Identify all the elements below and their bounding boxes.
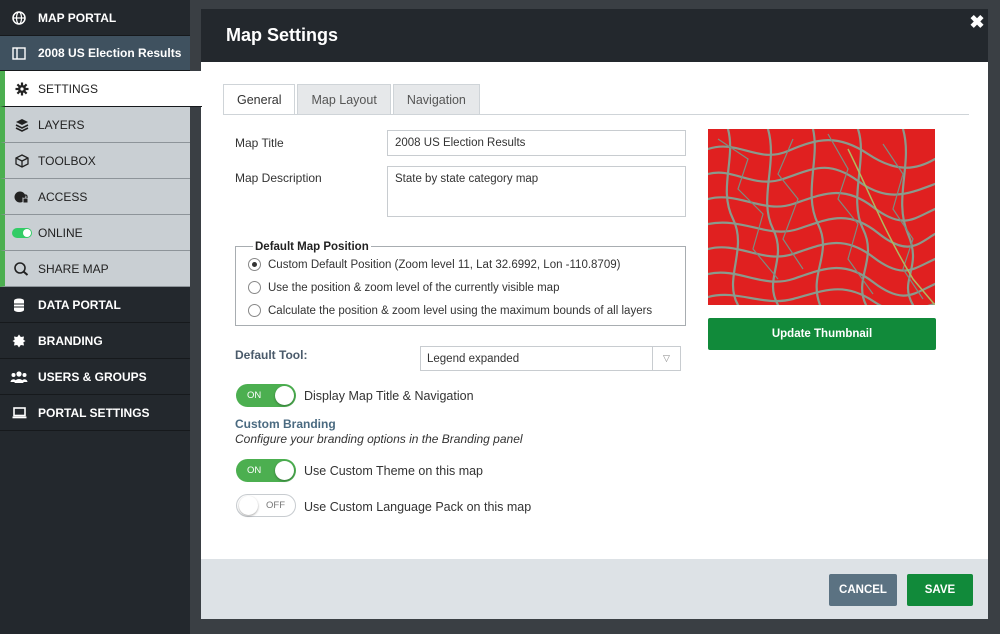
toggle-knob: [239, 496, 258, 515]
default-tool-value: Legend expanded: [427, 352, 520, 365]
dialog-title: Map Settings: [226, 25, 339, 45]
sidebar-item-portal-settings[interactable]: PORTAL SETTINGS: [0, 395, 190, 431]
dialog-header: Map Settings: [201, 9, 988, 62]
toggle-icon: [5, 227, 38, 238]
tab-general[interactable]: General: [223, 84, 296, 115]
gear-icon: [5, 82, 38, 96]
radio-button[interactable]: [248, 304, 261, 317]
custom-branding-subtitle: Configure your branding options in the B…: [235, 432, 523, 446]
sidebar-item-label: USERS & GROUPS: [38, 369, 147, 384]
sidebar-item-label: SETTINGS: [38, 81, 99, 96]
save-button[interactable]: SAVE: [907, 574, 973, 606]
tab-divider: [223, 114, 969, 115]
sidebar-item-label: DATA PORTAL: [38, 297, 121, 312]
toggle-label: Use Custom Language Pack on this map: [304, 500, 532, 514]
database-icon: [0, 298, 38, 312]
sidebar-item-label: LAYERS: [38, 117, 85, 132]
sidebar-item-access[interactable]: ACCESS: [0, 179, 190, 215]
tab-bar: General Map Layout Navigation: [223, 84, 482, 115]
toggle-label: Display Map Title & Navigation: [304, 389, 474, 403]
radio-label: Custom Default Position (Zoom level 11, …: [268, 258, 621, 271]
map-settings-dialog: Map Settings ✖ General Map Layout Naviga…: [201, 9, 988, 619]
toggle-knob: [275, 386, 294, 405]
toggle-knob: [275, 461, 294, 480]
cube-icon: [5, 153, 38, 168]
sidebar-item-users-groups[interactable]: USERS & GROUPS: [0, 359, 190, 395]
radio-label: Use the position & zoom level of the cur…: [268, 281, 560, 294]
globe-lock-icon: [5, 190, 38, 204]
globe-icon: [0, 10, 38, 25]
map-title-input[interactable]: 2008 US Election Results: [387, 130, 686, 156]
default-tool-select[interactable]: Legend expanded ▽: [420, 346, 681, 371]
laptop-icon: [0, 406, 38, 419]
sidebar-item-toolbox[interactable]: TOOLBOX: [0, 143, 190, 179]
sidebar-item-label: BRANDING: [38, 333, 103, 348]
tab-map-layout[interactable]: Map Layout: [297, 84, 391, 115]
map-description-label: Map Description: [235, 171, 322, 185]
sidebar-item-branding[interactable]: BRANDING: [0, 323, 190, 359]
sidebar-item-label: ACCESS: [38, 189, 88, 204]
sidebar-item-current-map[interactable]: 2008 US Election Results: [0, 36, 190, 71]
sidebar: MAP PORTAL 2008 US Election Results SETT…: [0, 0, 202, 634]
users-icon: [0, 370, 38, 384]
toggle-display-title-navigation[interactable]: ON: [236, 384, 296, 407]
map-thumbnail: [708, 129, 935, 305]
sidebar-item-label: SHARE MAP: [38, 261, 109, 276]
map-title-label: Map Title: [235, 136, 284, 150]
sidebar-item-data-portal[interactable]: DATA PORTAL: [0, 287, 190, 323]
toggle-label: Use Custom Theme on this map: [304, 464, 484, 478]
map-panel-icon: [0, 46, 38, 60]
close-icon[interactable]: ✖: [962, 7, 992, 37]
map-description-textarea[interactable]: State by state category map: [387, 166, 686, 217]
radio-max-bounds[interactable]: Calculate the position & zoom level usin…: [248, 304, 652, 317]
update-thumbnail-button[interactable]: Update Thumbnail: [708, 318, 936, 350]
custom-branding-title: Custom Branding: [235, 417, 336, 431]
sidebar-item-map-portal[interactable]: MAP PORTAL: [0, 0, 190, 36]
sidebar-item-settings[interactable]: SETTINGS: [0, 71, 202, 107]
chevron-down-icon[interactable]: ▽: [652, 347, 680, 370]
tab-navigation[interactable]: Navigation: [392, 84, 480, 115]
sidebar-item-label: 2008 US Election Results: [38, 46, 182, 60]
sidebar-item-label: TOOLBOX: [38, 153, 96, 168]
sidebar-item-label: PORTAL SETTINGS: [38, 405, 150, 420]
sidebar-item-online[interactable]: ONLINE: [0, 215, 190, 251]
default-position-legend: Default Map Position: [253, 241, 371, 253]
layers-icon: [5, 118, 38, 132]
sidebar-item-layers[interactable]: LAYERS: [0, 107, 190, 143]
badge-icon: [0, 334, 38, 348]
toggle-custom-theme[interactable]: ON: [236, 459, 296, 482]
sidebar-item-label: ONLINE: [38, 225, 83, 240]
radio-button[interactable]: [248, 258, 261, 271]
default-tool-label: Default Tool:: [235, 348, 308, 362]
radio-custom-position[interactable]: Custom Default Position (Zoom level 11, …: [248, 258, 620, 271]
cancel-button[interactable]: CANCEL: [829, 574, 897, 606]
share-globe-icon: [5, 261, 38, 276]
sidebar-item-share-map[interactable]: SHARE MAP: [0, 251, 190, 287]
radio-label: Calculate the position & zoom level usin…: [268, 304, 653, 317]
sidebar-item-label: MAP PORTAL: [38, 10, 117, 25]
radio-current-position[interactable]: Use the position & zoom level of the cur…: [248, 281, 559, 294]
toggle-custom-language-pack[interactable]: OFF: [236, 494, 296, 517]
radio-button[interactable]: [248, 281, 261, 294]
